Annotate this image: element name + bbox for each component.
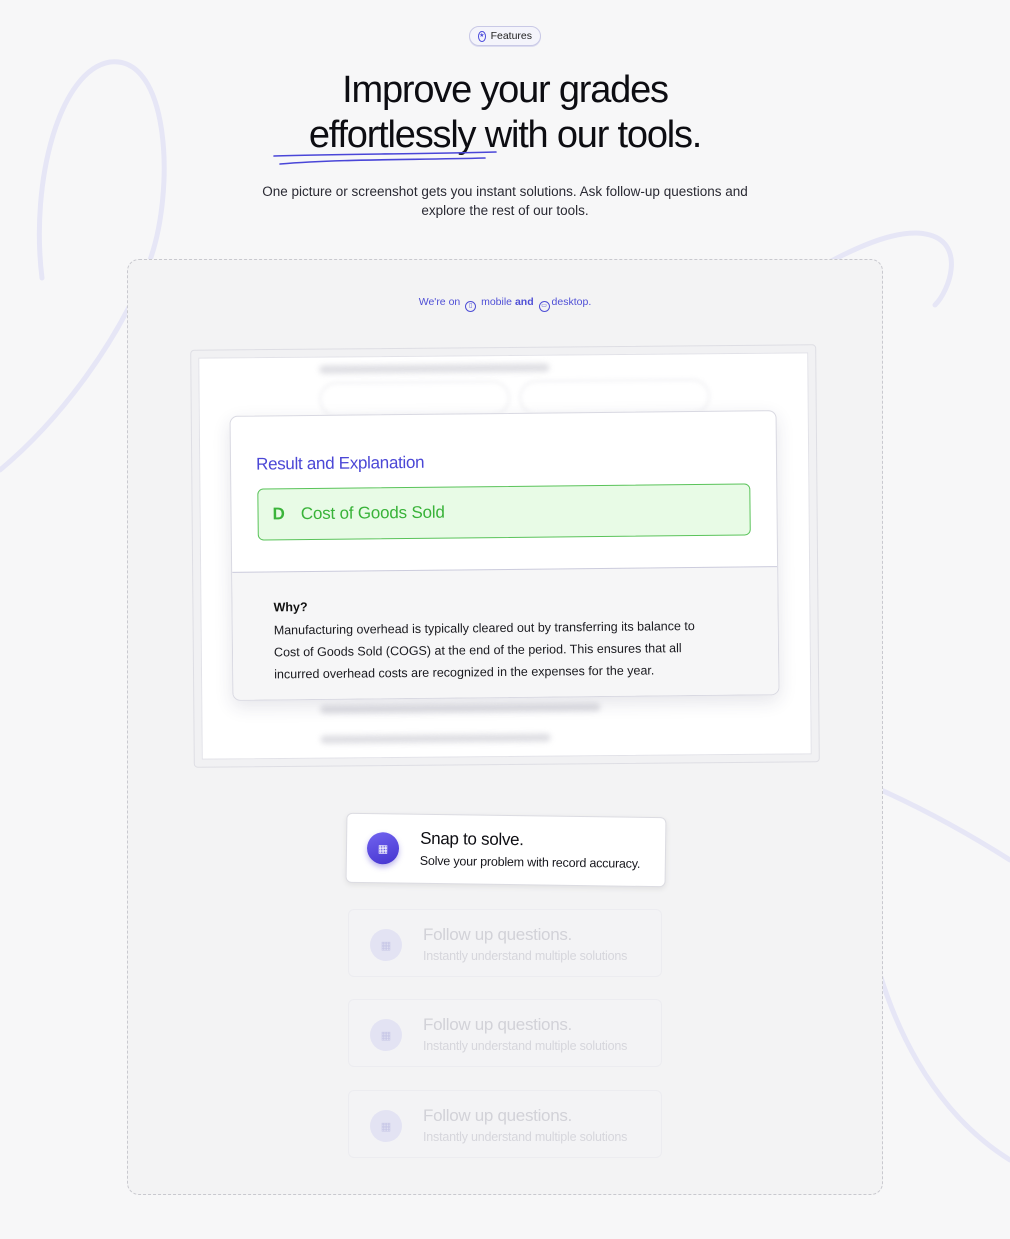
platforms-mobile[interactable]: mobile <box>481 296 512 308</box>
result-title: Result and Explanation <box>255 452 425 474</box>
star-icon: ★ <box>478 30 486 42</box>
features-badge-label: Features <box>490 30 532 42</box>
blurred-text-line <box>319 363 550 374</box>
scribble-underline <box>273 151 497 165</box>
why-body: Manufacturing overhead is typically clea… <box>273 619 695 682</box>
feature-card-follow-up[interactable]: ▦ Follow up questions. Instantly underst… <box>348 909 662 977</box>
blurred-text-line <box>320 733 551 744</box>
result-panel: Result and Explanation D Cost of Goods S… <box>229 410 780 701</box>
blurred-text-line <box>320 703 601 714</box>
grid-icon: ▦ <box>370 1110 402 1142</box>
feature-title: Follow up questions. <box>423 1015 572 1034</box>
grid-icon: ▦ <box>370 929 402 961</box>
blurred-option <box>319 380 510 417</box>
blurred-option <box>519 379 710 415</box>
feature-card-follow-up[interactable]: ▦ Follow up questions. Instantly underst… <box>348 1090 662 1158</box>
platforms-desktop[interactable]: desktop. <box>552 296 592 308</box>
feature-title: Follow up questions. <box>423 1106 572 1125</box>
platforms-line: We're on ▯ mobile and ▭ desktop. <box>0 296 1010 312</box>
why-section: Why? Manufacturing overhead is typically… <box>232 566 779 701</box>
hero-title: Improve your grades effortlessly with ou… <box>0 68 1010 158</box>
grid-icon: ▦ <box>366 832 400 865</box>
feature-title: Snap to solve. <box>420 828 524 850</box>
grid-icon: ▦ <box>370 1019 402 1051</box>
feature-description: Solve your problem with record accuracy. <box>419 853 641 871</box>
platforms-and: and <box>514 296 534 308</box>
answer-box: D Cost of Goods Sold <box>257 483 751 541</box>
answer-text: Cost of Goods Sold <box>300 502 445 524</box>
hero-title-line-2: effortlessly with our tools. <box>308 114 703 156</box>
feature-description: Instantly understand multiple solutions <box>423 949 628 963</box>
features-badge: ★ Features <box>469 26 541 46</box>
answer-letter: D <box>272 504 285 524</box>
hero-subtitle: One picture or screenshot gets you insta… <box>262 184 748 218</box>
platforms-prefix: We're on <box>418 296 461 308</box>
desktop-icon: ▭ <box>538 301 550 312</box>
feature-description: Instantly understand multiple solutions <box>423 1130 628 1144</box>
mobile-icon: ▯ <box>465 301 477 312</box>
why-title: Why? <box>273 600 308 615</box>
hero-title-line-1: Improve your grades <box>342 69 669 111</box>
feature-description: Instantly understand multiple solutions <box>423 1039 628 1053</box>
feature-title: Follow up questions. <box>423 925 572 944</box>
feature-card-follow-up[interactable]: ▦ Follow up questions. Instantly underst… <box>348 999 662 1067</box>
feature-card-snap-to-solve[interactable]: ▦ Snap to solve. Solve your problem with… <box>345 812 667 888</box>
